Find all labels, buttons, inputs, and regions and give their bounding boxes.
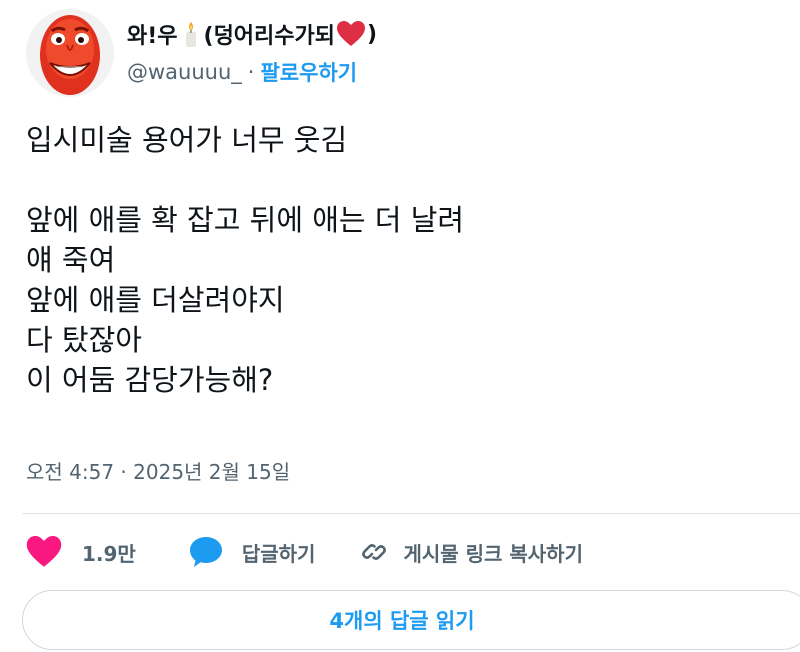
display-name-suffix: (덩어리수가되: [203, 24, 336, 49]
tweet-line: 이 어둠 감당가능해?: [26, 363, 274, 397]
action-bar: 1.9만 답글하기 게시물 링크 복사하기: [26, 530, 583, 574]
handle-row: @wauuuu_ · 팔로우하기: [127, 55, 377, 89]
read-replies-button[interactable]: 4개의 답글 읽기: [22, 590, 800, 650]
display-name-close: ): [367, 21, 378, 47]
tweet-line: 다 탔잖아: [26, 323, 142, 357]
red-face-avatar-icon: [26, 9, 114, 97]
avatar[interactable]: [26, 9, 114, 97]
tweet-card: 와!우 (덩어리수가되 ) @wauuuu_ · 팔로우하기 입시미술 용어가 …: [0, 0, 800, 652]
tweet-line: 앞에 애를 확 잡고 뒤에 애는 더 날려: [26, 203, 465, 237]
display-name-prefix: 와!우: [127, 24, 178, 49]
heart-icon: [26, 536, 62, 567]
candle-icon: [185, 22, 196, 47]
tweet-line: 입시미술 용어가 너무 웃김: [26, 123, 348, 157]
display-name[interactable]: 와!우 (덩어리수가되 ): [127, 17, 377, 51]
copy-link-button[interactable]: 게시물 링크 복사하기: [359, 537, 583, 567]
link-icon: [362, 544, 387, 560]
user-handle[interactable]: @wauuuu_: [127, 60, 242, 84]
tweet-timestamp[interactable]: 오전 4:57 · 2025년 2월 15일: [26, 456, 290, 488]
reply-label: 답글하기: [241, 541, 316, 566]
tweet-text: 입시미술 용어가 너무 웃김 앞에 애를 확 잡고 뒤에 애는 더 날려 얘 죽…: [26, 120, 786, 400]
read-replies-label: 4개의 답글 읽기: [329, 609, 475, 633]
tweet-line: 앞에 애를 더살려야지: [26, 283, 285, 317]
reply-button[interactable]: 답글하기: [188, 535, 316, 569]
dot-separator: ·: [247, 60, 255, 84]
tweet-line-blank: [26, 160, 786, 200]
like-button[interactable]: 1.9만: [26, 536, 136, 568]
follow-button[interactable]: 팔로우하기: [260, 57, 357, 87]
tweet-header: 와!우 (덩어리수가되 ) @wauuuu_ · 팔로우하기: [26, 6, 377, 100]
red-heart-icon: [337, 21, 366, 46]
speech-bubble-icon: [189, 537, 222, 567]
divider: [22, 513, 800, 514]
like-count: 1.9만: [82, 541, 136, 566]
author-identity: 와!우 (덩어리수가되 ) @wauuuu_ · 팔로우하기: [127, 17, 377, 89]
copy-link-label: 게시물 링크 복사하기: [403, 541, 583, 566]
tweet-line: 얘 죽여: [26, 243, 116, 277]
